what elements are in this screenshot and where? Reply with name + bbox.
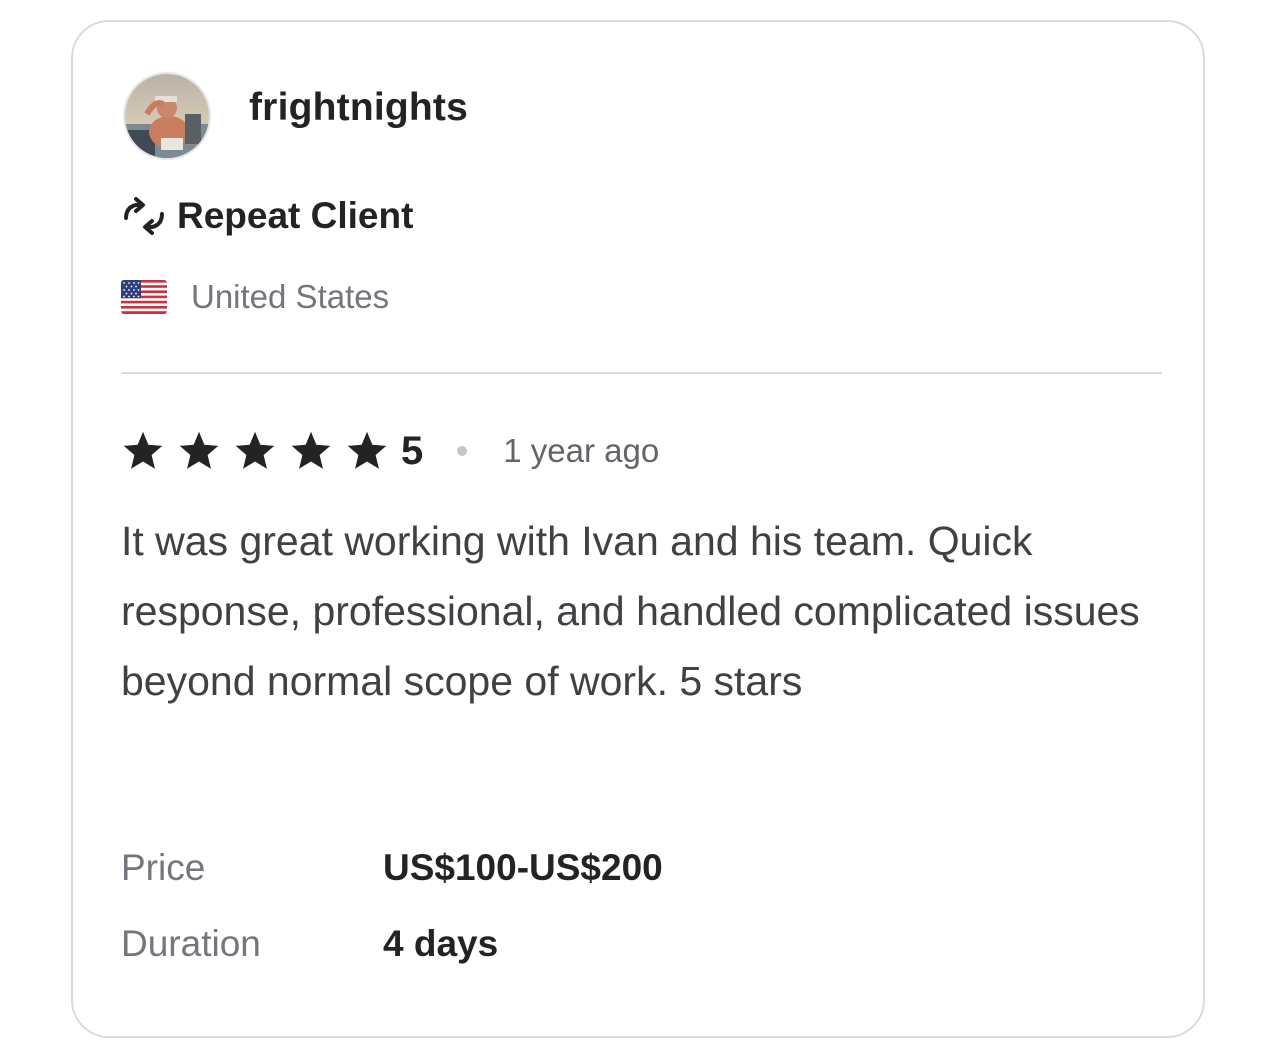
star-icon <box>347 431 387 469</box>
reviewer-username[interactable]: frightnights <box>249 86 468 130</box>
review-card: frightnights Repeat Client United States… <box>71 20 1205 1038</box>
review-time: 1 year ago <box>503 432 660 469</box>
star-icon <box>123 431 163 469</box>
dot-separator <box>457 446 468 456</box>
price-label: Price <box>121 847 206 888</box>
us-flag-icon <box>121 280 167 314</box>
duration-row: Duration 4 days <box>121 906 663 982</box>
price-row: Price US$100-US$200 <box>121 830 663 906</box>
review-text: It was great working with Ivan and his t… <box>121 518 1140 704</box>
divider <box>121 372 1162 374</box>
price-value: US$100-US$200 <box>383 847 663 888</box>
avatar-photo <box>125 74 209 158</box>
repeat-icon <box>124 197 164 235</box>
order-details: Price US$100-US$200 Duration 4 days <box>121 830 663 982</box>
repeat-client-label: Repeat Client <box>177 195 414 236</box>
duration-value: 4 days <box>383 923 499 964</box>
repeat-client-badge: Repeat Client <box>121 192 413 240</box>
rating-row: 5 1 year ago <box>121 424 659 478</box>
rating-value: 5 <box>401 428 424 473</box>
avatar[interactable] <box>123 72 211 160</box>
star-icon <box>291 431 331 469</box>
star-rating <box>121 429 401 473</box>
reviewer-country: United States <box>121 274 389 320</box>
star-icon <box>179 431 219 469</box>
star-icon <box>235 431 275 469</box>
country-label: United States <box>191 278 390 315</box>
duration-label: Duration <box>121 923 261 964</box>
